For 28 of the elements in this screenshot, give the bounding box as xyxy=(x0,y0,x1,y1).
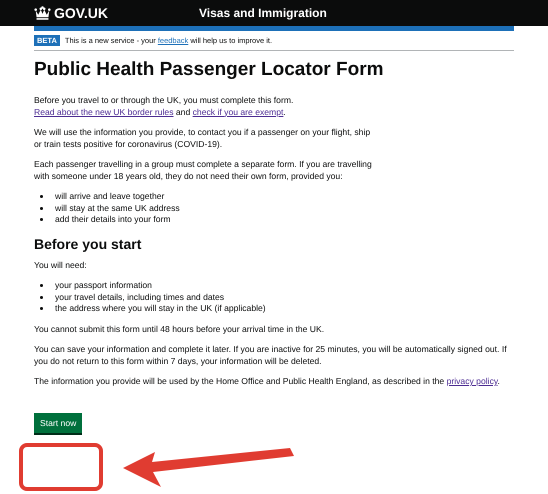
paragraph: Before you travel to or through the UK, you must complete this form. Read about the new UK border rules and check if you are exempt. xyxy=(34,95,294,118)
paragraph: You will need: xyxy=(34,260,88,271)
paragraph: You cannot submit this form until 48 hours before your arrival time in the UK. xyxy=(34,324,326,335)
paragraph: We will use the information you provide, to contact you if a passenger on your flight, ship or train tests positive for coronavirus (COVID-19). xyxy=(34,127,372,150)
section-heading: Before you start xyxy=(34,236,142,252)
list-item: your passport information xyxy=(55,280,152,292)
bullet-icon xyxy=(40,195,43,198)
paragraph: The information you provide will be used by the Home Office and Public Health England, as described in the privacy policy. xyxy=(34,376,501,388)
list-item: add their details into your form xyxy=(55,214,171,226)
start-button[interactable]: Start now xyxy=(34,412,82,432)
link[interactable]: privacy policy xyxy=(446,376,498,386)
list-item: will arrive and leave together xyxy=(55,191,164,202)
link[interactable]: check if you are exempt xyxy=(192,106,284,116)
list-item: your travel details, including times and dates xyxy=(55,292,224,303)
bullet-icon xyxy=(40,206,43,210)
list-item: the address where you will stay in the UK (if applicable) xyxy=(55,303,266,314)
bullet-icon xyxy=(40,218,43,222)
bullet-icon xyxy=(40,284,43,288)
service-name-link[interactable]: Visas and Immigration xyxy=(199,6,327,20)
crown-icon xyxy=(34,6,51,20)
paragraph: You can save your information and complete it later. If you are inactive for 25 minutes, you will be automatically signed out. If you do not return to this form within 7 days, your information will be deleted. xyxy=(34,344,508,367)
paragraph: Each passenger travelling in a group must complete a separate form. If you are travelling with someone under 18 years old, they do not need their own form, provided you: xyxy=(34,159,373,182)
bullet-icon xyxy=(40,307,43,310)
bullet-icon xyxy=(40,296,43,299)
logo-link[interactable]: GOV.UK xyxy=(34,5,199,21)
page-title: Public Health Passenger Locator Form xyxy=(34,59,384,81)
list-item: will stay at the same UK address xyxy=(55,202,180,214)
link[interactable]: Read about the new UK border rules xyxy=(34,106,174,116)
